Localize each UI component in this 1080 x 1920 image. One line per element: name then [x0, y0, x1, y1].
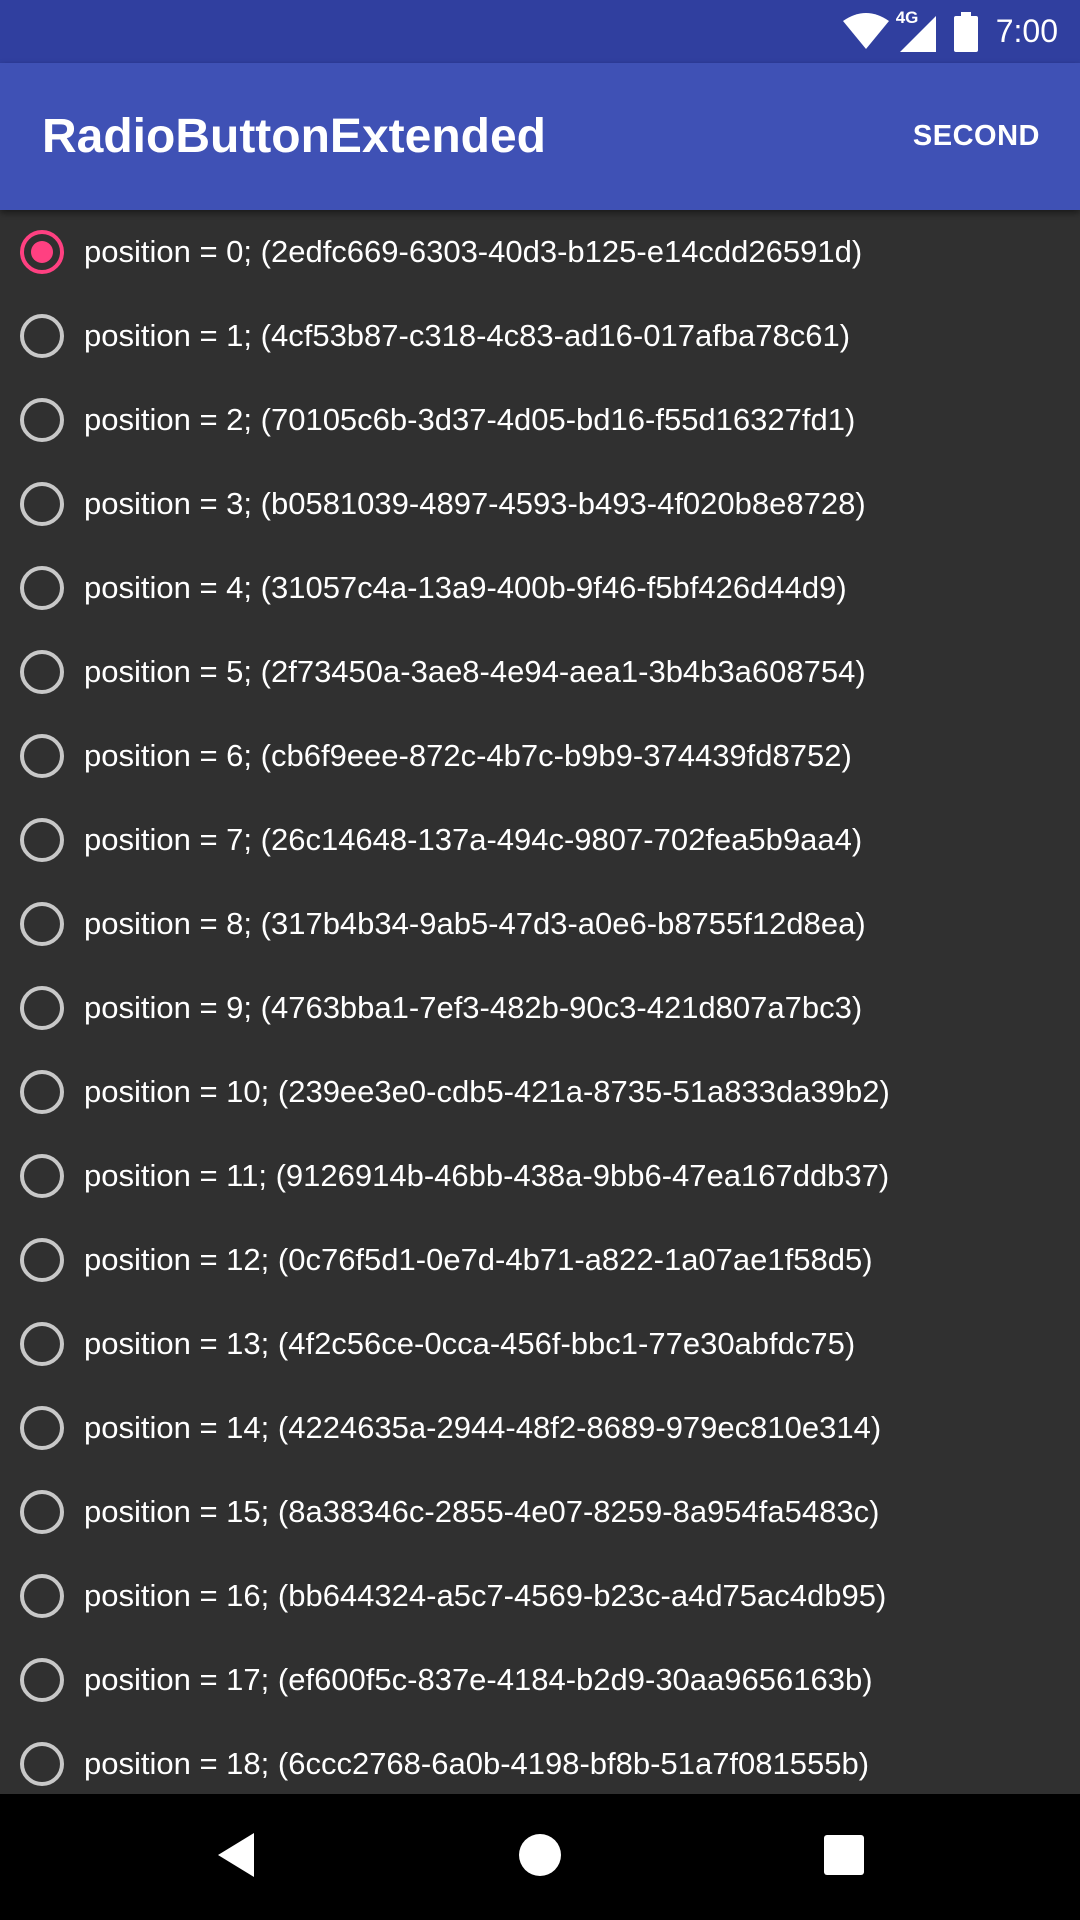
list-item[interactable]: position = 13; (4f2c56ce-0cca-456f-bbc1-…: [0, 1302, 1080, 1386]
radio-button-unchecked[interactable]: [20, 482, 64, 526]
list-item[interactable]: position = 18; (6ccc2768-6a0b-4198-bf8b-…: [0, 1722, 1080, 1794]
list-item[interactable]: position = 3; (b0581039-4897-4593-b493-4…: [0, 462, 1080, 546]
list-item[interactable]: position = 11; (9126914b-46bb-438a-9bb6-…: [0, 1134, 1080, 1218]
radio-button-checked[interactable]: [20, 230, 64, 274]
list-item-label: position = 18; (6ccc2768-6a0b-4198-bf8b-…: [84, 1746, 870, 1781]
radio-button-list[interactable]: position = 0; (2edfc669-6303-40d3-b125-e…: [0, 210, 1080, 1794]
list-item[interactable]: position = 16; (bb644324-a5c7-4569-b23c-…: [0, 1554, 1080, 1638]
list-item-label: position = 14; (4224635a-2944-48f2-8689-…: [84, 1410, 882, 1445]
radio-button-unchecked[interactable]: [20, 1070, 64, 1114]
radio-button-unchecked[interactable]: [20, 650, 64, 694]
recents-button[interactable]: [784, 1794, 904, 1920]
list-item-label: position = 8; (317b4b34-9ab5-47d3-a0e6-b…: [84, 906, 866, 941]
radio-button-unchecked[interactable]: [20, 314, 64, 358]
radio-button-unchecked[interactable]: [20, 986, 64, 1030]
wifi-icon: [842, 12, 890, 51]
navigation-bar: [0, 1794, 1080, 1920]
home-icon: [518, 1833, 562, 1882]
radio-button-unchecked[interactable]: [20, 902, 64, 946]
list-item-label: position = 6; (cb6f9eee-872c-4b7c-b9b9-3…: [84, 738, 852, 773]
list-item[interactable]: position = 4; (31057c4a-13a9-400b-9f46-f…: [0, 546, 1080, 630]
radio-button-unchecked[interactable]: [20, 1154, 64, 1198]
app-bar: RadioButtonExtended SECOND: [0, 63, 1080, 210]
list-item-label: position = 15; (8a38346c-2855-4e07-8259-…: [84, 1494, 880, 1529]
list-item[interactable]: position = 9; (4763bba1-7ef3-482b-90c3-4…: [0, 966, 1080, 1050]
radio-button-unchecked[interactable]: [20, 1238, 64, 1282]
radio-button-unchecked[interactable]: [20, 1658, 64, 1702]
list-item-label: position = 5; (2f73450a-3ae8-4e94-aea1-3…: [84, 654, 866, 689]
network-type-label: 4G: [895, 7, 919, 27]
status-bar: 4G 7:00: [0, 0, 1080, 63]
radio-button-unchecked[interactable]: [20, 1742, 64, 1786]
list-item[interactable]: position = 0; (2edfc669-6303-40d3-b125-e…: [0, 210, 1080, 294]
list-item-label: position = 16; (bb644324-a5c7-4569-b23c-…: [84, 1578, 887, 1613]
list-item-label: position = 17; (ef600f5c-837e-4184-b2d9-…: [84, 1662, 873, 1697]
list-item[interactable]: position = 7; (26c14648-137a-494c-9807-7…: [0, 798, 1080, 882]
status-icons: 4G 7:00: [842, 0, 1058, 63]
cellular-signal-icon: 4G: [895, 7, 940, 54]
list-item[interactable]: position = 2; (70105c6b-3d37-4d05-bd16-f…: [0, 378, 1080, 462]
list-item-label: position = 4; (31057c4a-13a9-400b-9f46-f…: [84, 570, 847, 605]
list-item-label: position = 13; (4f2c56ce-0cca-456f-bbc1-…: [84, 1326, 856, 1361]
radio-button-unchecked[interactable]: [20, 1406, 64, 1450]
list-item-label: position = 11; (9126914b-46bb-438a-9bb6-…: [84, 1158, 890, 1193]
app-title: RadioButtonExtended: [42, 110, 546, 163]
list-item-label: position = 1; (4cf53b87-c318-4c83-ad16-0…: [84, 318, 851, 353]
back-icon: [214, 1831, 258, 1884]
radio-button-unchecked[interactable]: [20, 1574, 64, 1618]
list-item[interactable]: position = 6; (cb6f9eee-872c-4b7c-b9b9-3…: [0, 714, 1080, 798]
list-item[interactable]: position = 15; (8a38346c-2855-4e07-8259-…: [0, 1470, 1080, 1554]
status-time: 7:00: [995, 13, 1058, 49]
recents-icon: [824, 1834, 864, 1880]
home-button[interactable]: [480, 1794, 600, 1920]
list-item-label: position = 12; (0c76f5d1-0e7d-4b71-a822-…: [84, 1242, 873, 1277]
list-item-label: position = 7; (26c14648-137a-494c-9807-7…: [84, 822, 863, 857]
second-action-button[interactable]: SECOND: [903, 63, 1050, 210]
radio-button-unchecked[interactable]: [20, 566, 64, 610]
list-item[interactable]: position = 14; (4224635a-2944-48f2-8689-…: [0, 1386, 1080, 1470]
list-item[interactable]: position = 12; (0c76f5d1-0e7d-4b71-a822-…: [0, 1218, 1080, 1302]
radio-button-unchecked[interactable]: [20, 734, 64, 778]
list-item[interactable]: position = 1; (4cf53b87-c318-4c83-ad16-0…: [0, 294, 1080, 378]
list-item-label: position = 0; (2edfc669-6303-40d3-b125-e…: [84, 234, 863, 269]
list-item[interactable]: position = 5; (2f73450a-3ae8-4e94-aea1-3…: [0, 630, 1080, 714]
radio-button-unchecked[interactable]: [20, 398, 64, 442]
list-item[interactable]: position = 17; (ef600f5c-837e-4184-b2d9-…: [0, 1638, 1080, 1722]
list-item[interactable]: position = 8; (317b4b34-9ab5-47d3-a0e6-b…: [0, 882, 1080, 966]
radio-button-unchecked[interactable]: [20, 1322, 64, 1366]
radio-button-unchecked[interactable]: [20, 818, 64, 862]
list-item-label: position = 3; (b0581039-4897-4593-b493-4…: [84, 486, 866, 521]
back-button[interactable]: [176, 1794, 296, 1920]
list-item-label: position = 2; (70105c6b-3d37-4d05-bd16-f…: [84, 402, 856, 437]
list-item-label: position = 10; (239ee3e0-cdb5-421a-8735-…: [84, 1074, 890, 1109]
list-item[interactable]: position = 10; (239ee3e0-cdb5-421a-8735-…: [0, 1050, 1080, 1134]
radio-button-unchecked[interactable]: [20, 1490, 64, 1534]
radio-dot-icon: [31, 241, 53, 263]
battery-icon: [953, 11, 978, 52]
list-item-label: position = 9; (4763bba1-7ef3-482b-90c3-4…: [84, 990, 863, 1025]
